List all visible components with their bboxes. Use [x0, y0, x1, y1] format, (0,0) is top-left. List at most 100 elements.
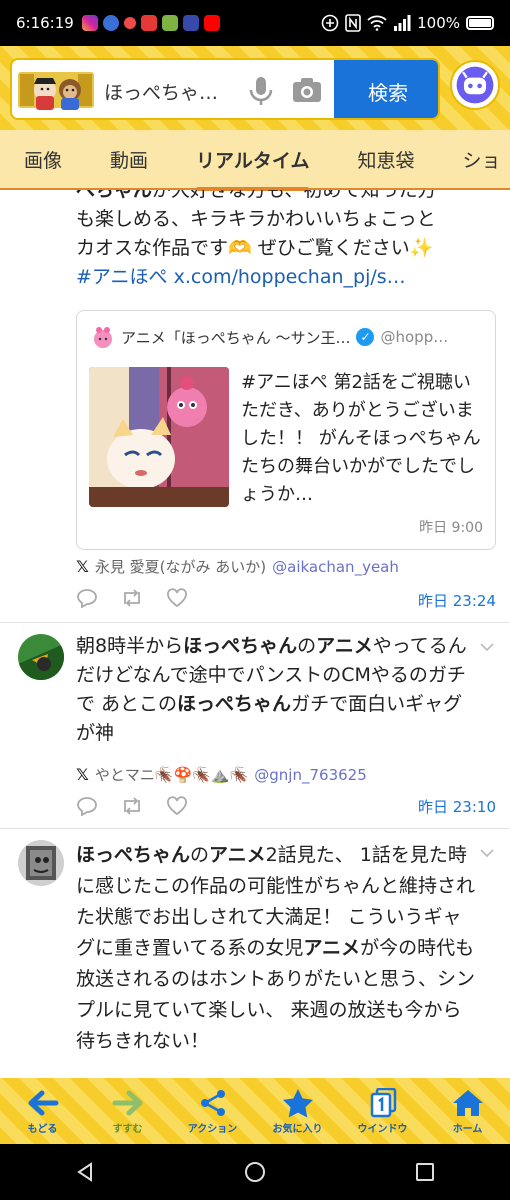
- post-divider: [0, 622, 510, 623]
- search-button[interactable]: 検索: [334, 60, 438, 118]
- toolbar-label: ウインドウ: [357, 1123, 408, 1135]
- tab-realtime[interactable]: リアルタイム: [172, 129, 333, 191]
- poster-handle[interactable]: @gnjn_763625: [254, 766, 366, 784]
- home-icon: [452, 1089, 483, 1116]
- post-time[interactable]: 昨日 23:10: [418, 796, 496, 817]
- system-navigation-bar: [0, 1144, 510, 1200]
- post-text[interactable]: ぺちゃんが大好きな方も、初めて知った方 も楽しめる、キラキラかわいいちょこっと …: [76, 190, 496, 292]
- toolbar-label: アクション: [187, 1123, 238, 1135]
- app-icon: [161, 15, 178, 31]
- status-time: 6:16:19: [16, 14, 74, 32]
- post-divider: [0, 828, 510, 829]
- toolbar-label: すすむ: [112, 1123, 143, 1135]
- tab-images[interactable]: 画像: [0, 129, 86, 189]
- post-source[interactable]: 𝕏 永見 愛夏(ながみ あいか) @aikachan_yeah: [76, 556, 399, 577]
- nav-back-icon[interactable]: [74, 1161, 96, 1183]
- post-source[interactable]: 𝕏 やとマニ🪳🍄🪳⛰️🪳 @gnjn_763625: [76, 764, 367, 785]
- post-text[interactable]: ほっぺちゃんのアニメ2話見た、 1話を見た時に感じたこの作品の可能性がちゃんと維…: [76, 840, 476, 1057]
- post-text-segment: カオスな作品です🫶 ぜひご覧ください✨: [76, 237, 434, 259]
- window-button[interactable]: ウインドウ: [343, 1087, 423, 1135]
- app-icon: [102, 15, 119, 31]
- star-icon: [282, 1088, 313, 1117]
- avatar[interactable]: [18, 634, 64, 680]
- calendar-icon: [140, 15, 157, 31]
- poster-handle[interactable]: @aikachan_yeah: [272, 558, 399, 576]
- anime-thumbnail: [89, 367, 229, 507]
- tab-videos[interactable]: 動画: [86, 129, 172, 189]
- nav-recents-icon[interactable]: [414, 1161, 436, 1183]
- highlight-keyword: ぺちゃん: [76, 190, 153, 201]
- x-logo-icon: 𝕏: [76, 765, 89, 784]
- poster-name: 永見 愛夏(ながみ あいか): [94, 558, 267, 576]
- toolbar-label: お気に入り: [272, 1123, 323, 1135]
- back-button[interactable]: もどる: [3, 1088, 83, 1135]
- ai-assistant-icon[interactable]: [450, 60, 500, 110]
- share-icon: [200, 1089, 225, 1116]
- system-status: 100%: [321, 14, 494, 32]
- tab-chiebukuro[interactable]: 知恵袋: [333, 129, 438, 189]
- back-arrow-icon: [28, 1090, 58, 1115]
- search-input[interactable]: ほっぺちゃ…: [104, 78, 218, 105]
- quoted-post-time: 昨日 9:00: [419, 520, 483, 536]
- post-actions: [76, 588, 188, 608]
- app-icon: [182, 15, 199, 31]
- yahoo-character-logo[interactable]: [18, 68, 94, 114]
- retweet-icon[interactable]: [120, 588, 144, 608]
- post-link[interactable]: x.com/hoppechan_pj/s…: [174, 266, 406, 288]
- add-circle-icon: [321, 14, 339, 32]
- browser-toolbar: もどる すすむ アクション お気に入り ウインドウ ホーム: [0, 1078, 510, 1144]
- battery-icon: [466, 16, 494, 30]
- realtime-results: ぺちゃんが大好きな方も、初めて知った方 も楽しめる、キラキラかわいいちょこっと …: [0, 190, 510, 1078]
- highlight-keyword: アニメ: [209, 844, 266, 866]
- favorites-button[interactable]: お気に入り: [258, 1088, 338, 1135]
- home-button[interactable]: ホーム: [428, 1088, 508, 1135]
- forward-arrow-icon: [112, 1090, 142, 1115]
- action-button[interactable]: アクション: [173, 1088, 253, 1135]
- like-heart-icon[interactable]: [166, 588, 188, 608]
- instagram-icon: [81, 15, 98, 31]
- poster-name: やとマニ🪳🍄🪳⛰️🪳: [94, 766, 249, 784]
- header: ほっぺちゃ… 検索: [0, 46, 510, 130]
- quoted-account-handle: @hopp…: [380, 328, 449, 346]
- reply-icon[interactable]: [76, 796, 98, 816]
- forward-button[interactable]: すすむ: [88, 1088, 168, 1135]
- post-text[interactable]: 朝8時半からほっぺちゃんのアニメやってるんだけどなんで途中でパンストのCMやるの…: [76, 632, 476, 748]
- quoted-post-header: アニメ「ほっぺちゃん ～サン王… ✓ @hopp…: [91, 325, 483, 349]
- retweet-icon[interactable]: [120, 796, 144, 816]
- highlight-keyword: アニメ: [316, 635, 373, 657]
- hashtag-link[interactable]: #アニほぺ: [76, 266, 168, 288]
- avatar[interactable]: [18, 840, 64, 886]
- status-bar: 6:16:19 100%: [0, 0, 510, 46]
- tab-shopping[interactable]: ショ: [438, 129, 510, 189]
- hoppechan-avatar-icon: [94, 327, 112, 348]
- camera-icon[interactable]: [292, 76, 322, 104]
- notification-icons: [81, 15, 220, 31]
- youtube-icon: [203, 15, 220, 31]
- wifi-icon: [367, 15, 387, 31]
- post-time[interactable]: 昨日 23:24: [418, 590, 496, 611]
- app-icon: [123, 17, 136, 29]
- verified-badge-icon: ✓: [356, 328, 375, 346]
- post-text-segment: が大好きな方も、初めて知った方: [152, 190, 437, 201]
- quoted-post-card[interactable]: アニメ「ほっぺちゃん ～サン王… ✓ @hopp… #アニほぺ 第2話をご視聴い…: [76, 310, 496, 550]
- quoted-post-text: #アニほぺ 第2話をご視聴いただき、ありがとうございました！！ がんそほっぺちゃ…: [241, 372, 481, 505]
- reply-icon[interactable]: [76, 588, 98, 608]
- nfc-icon: [345, 14, 361, 32]
- battery-percent: 100%: [417, 14, 460, 32]
- chevron-down-icon[interactable]: [480, 642, 494, 652]
- highlight-keyword: アニメ: [303, 937, 361, 959]
- highlight-keyword: ほっぺちゃん: [177, 693, 292, 715]
- post-text-segment: 朝8時半から: [76, 635, 184, 657]
- search-box[interactable]: ほっぺちゃ… 検索: [10, 58, 440, 120]
- chevron-down-icon[interactable]: [480, 848, 494, 858]
- post-text-segment: も楽しめる、キラキラかわいいちょこっと: [76, 208, 436, 230]
- search-tabs: 画像 動画 リアルタイム 知恵袋 ショ: [0, 129, 510, 191]
- quoted-account-name: アニメ「ほっぺちゃん ～サン王…: [121, 328, 351, 347]
- window-icon: [370, 1087, 396, 1117]
- nav-home-icon[interactable]: [244, 1161, 266, 1183]
- like-heart-icon[interactable]: [166, 796, 188, 816]
- signal-icon: [394, 15, 411, 31]
- post-text-segment: の: [297, 635, 317, 657]
- post-text-segment: の: [190, 844, 210, 866]
- microphone-icon[interactable]: [248, 76, 274, 106]
